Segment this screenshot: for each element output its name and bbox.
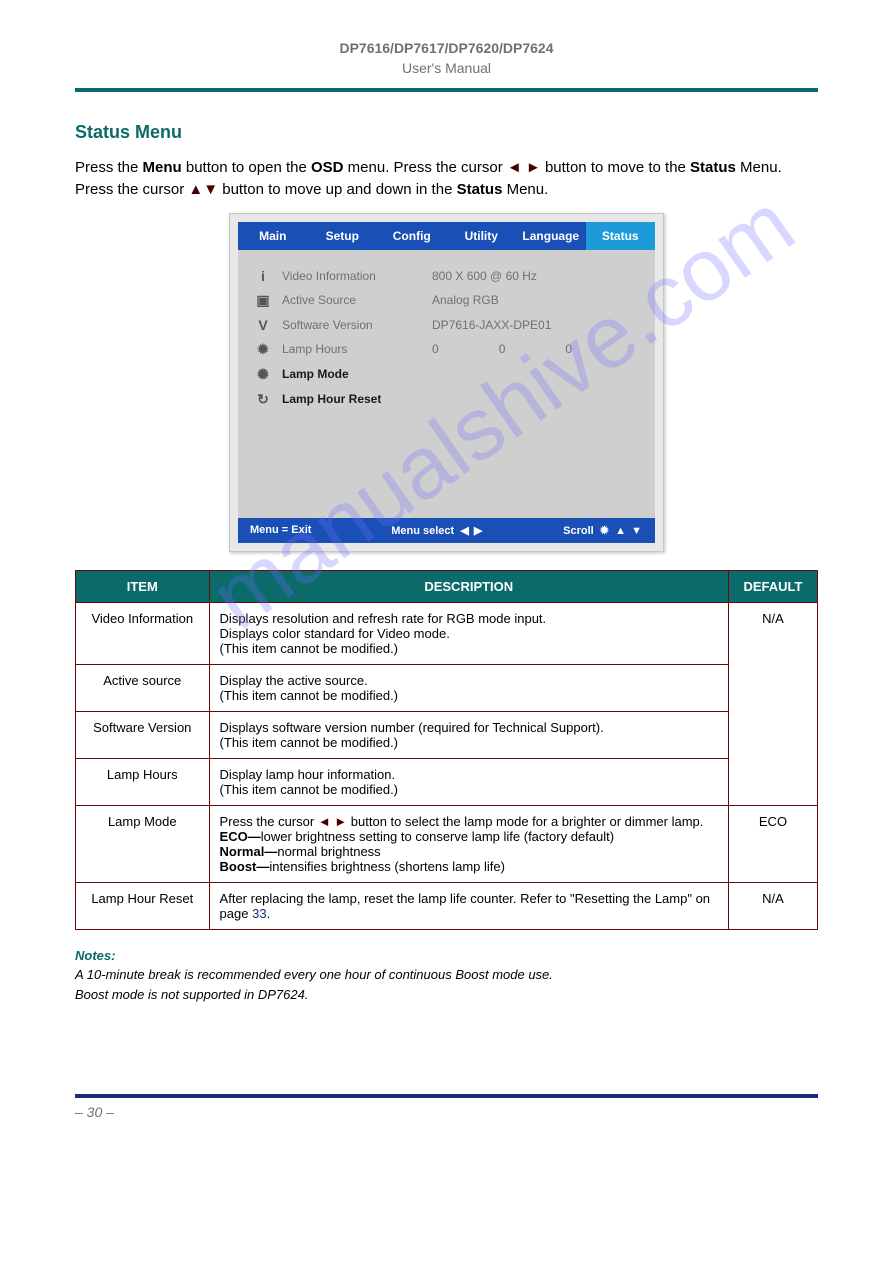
notes-body: A 10-minute break is recommended every o… (75, 965, 818, 1004)
version-icon: V (254, 317, 272, 333)
tab-utility[interactable]: Utility (447, 222, 517, 250)
tab-language[interactable]: Language (516, 222, 586, 250)
osd-value: DP7616-JAXX-DPE01 (432, 318, 639, 332)
osd-label: Video Information (282, 269, 422, 283)
osd-label: Lamp Mode (282, 367, 422, 381)
top-rule (75, 88, 818, 92)
cell-item: Active source (76, 664, 210, 711)
table-row: Video Information Displays resolution an… (76, 602, 818, 664)
osd-body: i Video Information 800 X 600 @ 60 Hz ▣ … (238, 250, 655, 518)
osd-footer: Menu = Exit Menu select ◀ ▶ Scroll ✹ ▲ ▼ (238, 518, 655, 543)
intro-paragraph: Press the Menu button to open the OSD me… (75, 157, 818, 201)
cell-desc: Display lamp hour information. (This ite… (209, 758, 728, 805)
notes: Notes: (75, 946, 818, 966)
header-subtitle: User's Manual (75, 60, 818, 76)
cell-desc: Display the active source. (This item ca… (209, 664, 728, 711)
th-description: DESCRIPTION (209, 570, 728, 602)
osd-footer-right: Scroll ✹ ▲ ▼ (563, 524, 643, 537)
table-row: Lamp Hour Reset After replacing the lamp… (76, 882, 818, 929)
intro-text: button to open the (182, 159, 311, 176)
lamp-reset-icon: ↻ (254, 391, 272, 408)
cell-desc: Displays software version number (requir… (209, 711, 728, 758)
intro-text: menu. Press the cursor (344, 159, 507, 176)
intro-text: Menu. (502, 181, 548, 198)
lamp-mode-icon: ✺ (254, 366, 272, 383)
tab-config[interactable]: Config (377, 222, 447, 250)
osd-value: Analog RGB (432, 293, 639, 307)
source-icon: ▣ (254, 292, 272, 309)
cell-desc: After replacing the lamp, reset the lamp… (209, 882, 728, 929)
tab-status[interactable]: Status (586, 222, 656, 250)
left-right-arrow-icon (318, 814, 347, 829)
osd-label: Active Source (282, 293, 422, 307)
intro-text: Press the (75, 159, 143, 176)
cell-item: Video Information (76, 602, 210, 664)
table-row: Lamp Hours Display lamp hour information… (76, 758, 818, 805)
osd-row-lamp-reset[interactable]: ↻ Lamp Hour Reset (254, 387, 639, 412)
table-row: Lamp Mode Press the cursor button to sel… (76, 805, 818, 882)
intro-bold-status2: Status (457, 181, 503, 198)
up-down-arrow-icon (188, 181, 218, 198)
osd-tab-bar: Main Setup Config Utility Language Statu… (238, 222, 655, 250)
cell-item: Lamp Hours (76, 758, 210, 805)
osd-row-active-source: ▣ Active Source Analog RGB (254, 288, 639, 313)
info-icon: i (254, 268, 272, 284)
osd-value: 800 X 600 @ 60 Hz (432, 269, 639, 283)
header-model-line: DP7616/DP7617/DP7620/DP7624 (75, 40, 818, 56)
cell-item: Software Version (76, 711, 210, 758)
osd-screenshot: Main Setup Config Utility Language Statu… (229, 213, 664, 552)
intro-bold-menu: Menu (143, 159, 182, 176)
table-row: Active source Display the active source.… (76, 664, 818, 711)
intro-bold-osd: OSD (311, 159, 344, 176)
osd-value: 0 0 0 (432, 342, 639, 356)
cell-desc: Press the cursor button to select the la… (209, 805, 728, 882)
cell-default: N/A (728, 882, 817, 929)
osd-label: Lamp Hours (282, 342, 422, 356)
osd-footer-left: Menu = Exit (250, 524, 311, 536)
cell-item: Lamp Mode (76, 805, 210, 882)
left-right-arrow-icon (507, 159, 541, 176)
osd-label: Lamp Hour Reset (282, 392, 422, 406)
th-item: ITEM (76, 570, 210, 602)
osd-footer-mid: Menu select ◀ ▶ (391, 524, 483, 537)
cell-default: N/A (728, 602, 817, 805)
page-number: – 30 – (75, 1104, 818, 1120)
intro-text: button to move up and down in the (218, 181, 457, 198)
intro-bold-status: Status (690, 159, 736, 176)
th-default: DEFAULT (728, 570, 817, 602)
osd-row-software-version: V Software Version DP7616-JAXX-DPE01 (254, 313, 639, 337)
tab-main[interactable]: Main (238, 222, 308, 250)
status-menu-table: ITEM DESCRIPTION DEFAULT Video Informati… (75, 570, 818, 930)
table-header: ITEM DESCRIPTION DEFAULT (76, 570, 818, 602)
section-heading: Status Menu (75, 122, 818, 143)
cell-desc: Displays resolution and refresh rate for… (209, 602, 728, 664)
cell-item: Lamp Hour Reset (76, 882, 210, 929)
osd-row-lamp-mode[interactable]: ✺ Lamp Mode (254, 362, 639, 387)
osd-row-video-info: i Video Information 800 X 600 @ 60 Hz (254, 264, 639, 288)
tab-setup[interactable]: Setup (308, 222, 378, 250)
intro-text: button to move to the (541, 159, 690, 176)
lamp-hours-icon: ✹ (254, 341, 272, 358)
cell-default: ECO (728, 805, 817, 882)
osd-label: Software Version (282, 318, 422, 332)
osd-row-lamp-hours: ✹ Lamp Hours 0 0 0 (254, 337, 639, 362)
bottom-rule (75, 1094, 818, 1098)
table-row: Software Version Displays software versi… (76, 711, 818, 758)
